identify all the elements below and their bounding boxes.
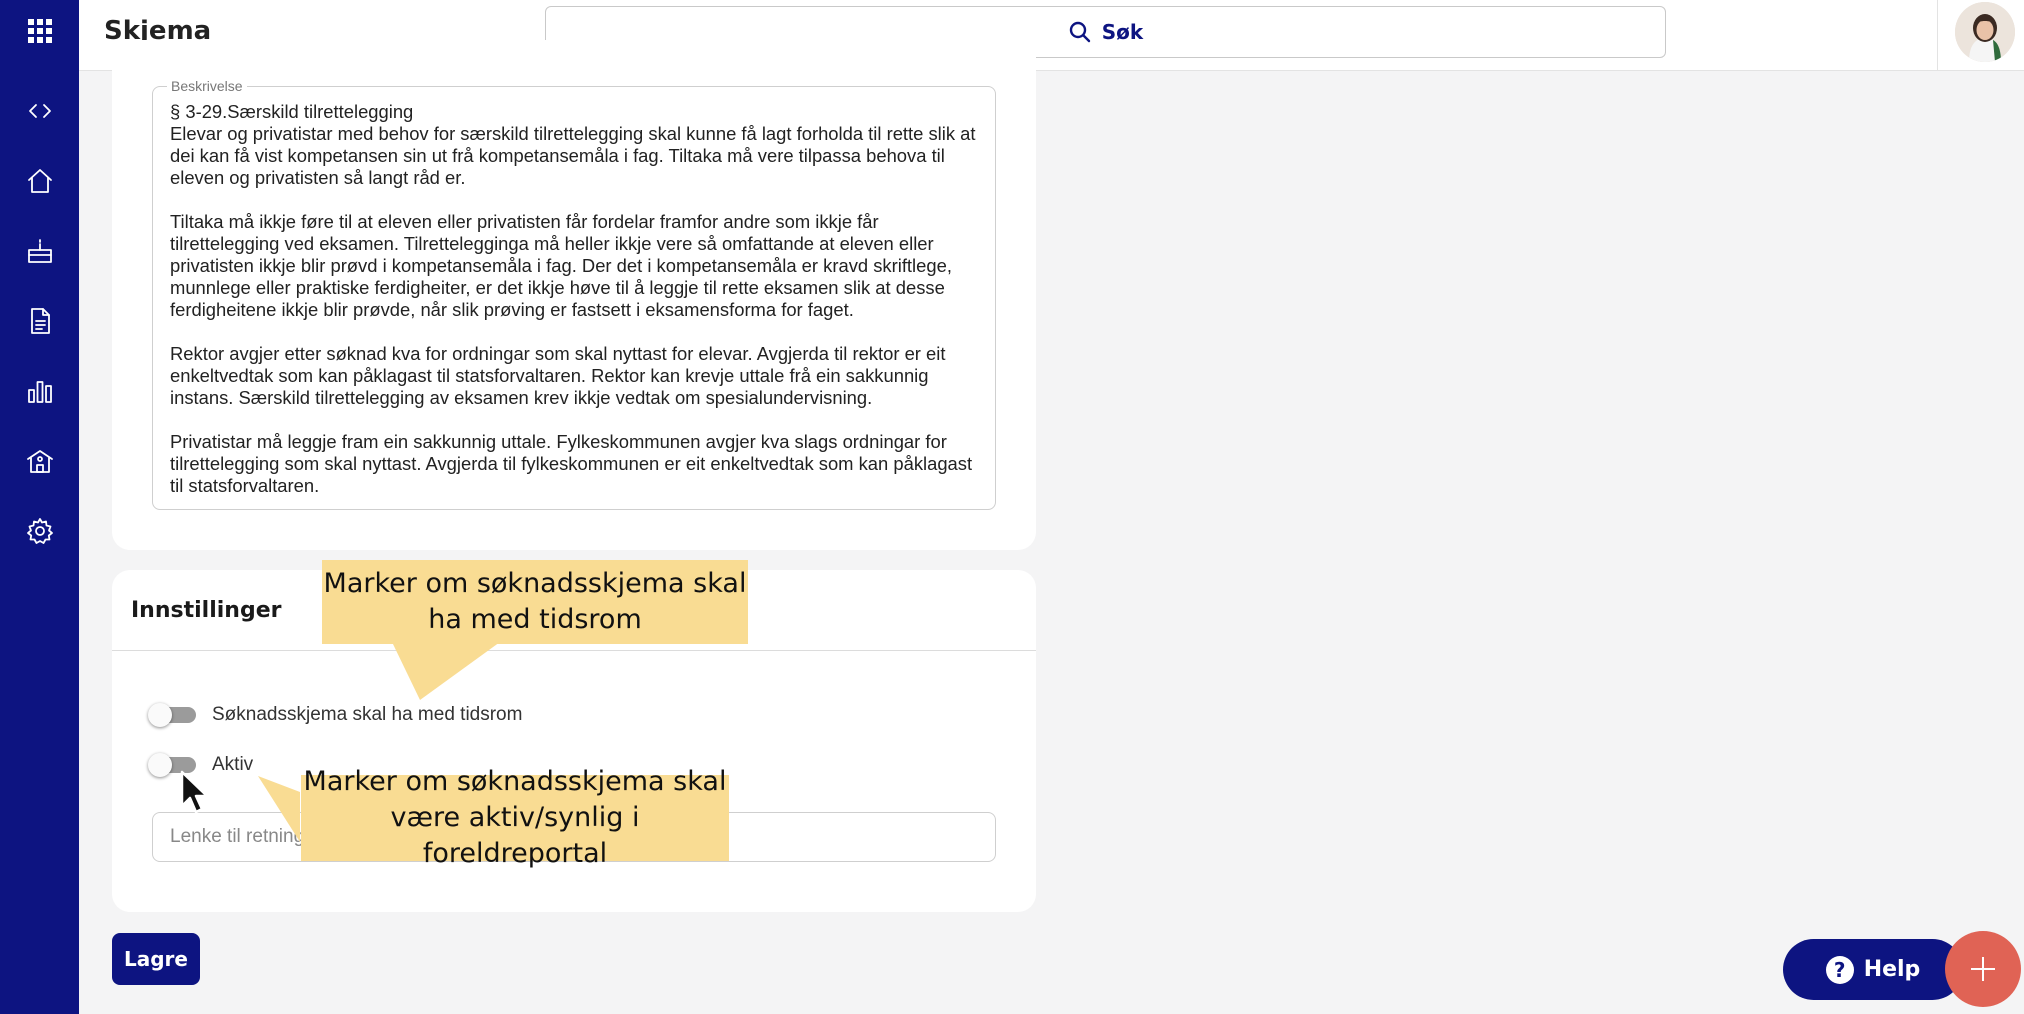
search-label: Søk	[1101, 20, 1144, 44]
mouse-cursor-icon	[180, 770, 209, 814]
apps-grid-icon	[27, 19, 52, 43]
description-paragraph: § 3-29.Særskild tilrettelegging Elevar o…	[170, 101, 976, 188]
toggle-knob	[148, 703, 172, 727]
sidebar-item-school[interactable]	[0, 434, 79, 488]
question-icon: ?	[1825, 955, 1854, 984]
gear-icon	[26, 518, 53, 544]
period-toggle-label: Søknadsskjema skal ha med tidsrom	[212, 704, 523, 725]
settings-title: Innstillinger	[131, 598, 282, 623]
description-legend: Beskrivelse	[167, 78, 247, 94]
sidebar-item-settings[interactable]	[0, 504, 79, 558]
school-icon	[26, 450, 53, 473]
toggle-knob	[148, 753, 172, 777]
callout-period: Marker om søknadsskjema skal ha med tids…	[322, 560, 748, 644]
cake-icon	[27, 239, 52, 263]
save-button[interactable]: Lagre	[112, 933, 200, 985]
help-button[interactable]: ? Help	[1783, 939, 1963, 1000]
sidebar	[0, 0, 79, 1014]
add-button[interactable]	[1945, 931, 2021, 1007]
description-textarea[interactable]: Beskrivelse § 3-29.Særskild tilrettelegg…	[152, 78, 996, 510]
callout-active: Marker om søknadsskjema skal være aktiv/…	[301, 766, 729, 869]
description-paragraph: Rektor avgjer etter søknad kva for ordni…	[170, 343, 946, 408]
search-icon	[1069, 21, 1090, 43]
help-label: Help	[1863, 957, 1921, 982]
document-icon	[30, 308, 50, 334]
avatar-portrait	[1955, 2, 2015, 62]
bar-chart-icon	[27, 381, 52, 403]
plus-icon	[1971, 957, 1995, 981]
sidebar-toggle-button[interactable]	[0, 84, 79, 138]
description-paragraph: Tiltaka må ikkje føre til at eleven elle…	[170, 211, 952, 320]
home-icon	[27, 169, 52, 193]
header-divider	[1937, 0, 1938, 71]
description-card: Beskrivelse § 3-29.Særskild tilrettelegg…	[112, 40, 1036, 550]
avatar[interactable]	[1955, 2, 2015, 62]
sidebar-item-documents[interactable]	[0, 294, 79, 348]
code-icon	[28, 104, 51, 118]
apps-grid-button[interactable]	[0, 4, 79, 58]
period-toggle[interactable]	[148, 703, 198, 727]
settings-divider	[112, 650, 1036, 651]
active-toggle-label: Aktiv	[212, 754, 254, 775]
sidebar-item-home[interactable]	[0, 154, 79, 208]
toggle-row-period: Søknadsskjema skal ha med tidsrom	[148, 703, 522, 727]
sidebar-item-events[interactable]	[0, 224, 79, 278]
sidebar-item-statistics[interactable]	[0, 364, 79, 418]
description-paragraph: Privatistar må leggje fram ein sakkunnig…	[170, 431, 973, 496]
